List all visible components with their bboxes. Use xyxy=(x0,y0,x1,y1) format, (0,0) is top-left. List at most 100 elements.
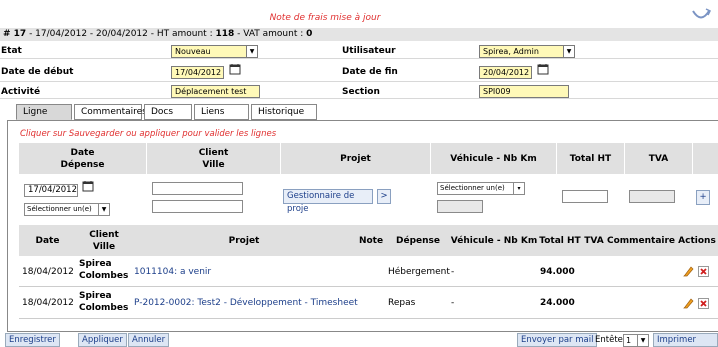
delete-icon[interactable] xyxy=(698,298,709,309)
row-client: Spirea Colombes xyxy=(79,258,128,282)
record-id: # 17 xyxy=(3,29,27,39)
entry-header-date-label: Date xyxy=(70,147,95,158)
save-button[interactable]: Enregistrer xyxy=(5,333,60,347)
user-label: Utilisateur xyxy=(342,46,396,56)
etat-value: Nouveau xyxy=(175,47,211,56)
row-client: Spirea Colombes xyxy=(79,290,128,314)
tab-liens[interactable]: Liens xyxy=(194,104,249,120)
header-value: 1 xyxy=(626,336,632,345)
entry-header-projet: Projet xyxy=(281,143,431,174)
add-line-button[interactable]: + xyxy=(696,190,710,205)
user-value: Spirea, Admin xyxy=(483,47,539,56)
end-date-input[interactable]: 20/04/2012 xyxy=(479,66,532,79)
activity-input[interactable]: Déplacement test xyxy=(171,85,260,98)
project-manager-button[interactable]: Gestionnaire de proje xyxy=(283,189,373,214)
calendar-icon[interactable] xyxy=(537,63,549,75)
entry-date-input[interactable]: 17/04/2012 xyxy=(24,184,78,197)
client-input[interactable] xyxy=(152,182,243,195)
table-header-tva: TVA xyxy=(582,225,606,256)
project-go-button[interactable]: > xyxy=(377,189,391,204)
activity-label: Activité xyxy=(1,87,41,97)
table-header-date: Date xyxy=(19,225,76,256)
calendar-icon[interactable] xyxy=(229,63,241,75)
row-client-name: Spirea xyxy=(79,259,112,269)
vehicle-select[interactable]: Sélectionner un(e) ▾ xyxy=(437,182,525,195)
entry-header-total: Total HT xyxy=(557,143,625,174)
apply-button[interactable]: Appliquer xyxy=(78,333,127,347)
cancel-button[interactable]: Annuler xyxy=(128,333,170,347)
chevron-down-icon: ▾ xyxy=(513,183,524,194)
header-select[interactable]: 1 ▼ xyxy=(623,334,649,347)
table-header-actions: Actions xyxy=(676,225,718,256)
row-ville: Colombes xyxy=(79,271,129,281)
ville-input[interactable] xyxy=(152,200,243,213)
row-depense: Repas xyxy=(388,298,416,308)
etat-select[interactable]: Nouveau ▼ xyxy=(171,45,258,58)
table-header-commentaire: Commentaire xyxy=(606,225,676,256)
record-period: - 17/04/2012 - 20/04/2012 - HT amount : xyxy=(26,29,216,39)
vat-label: - VAT amount : xyxy=(234,29,307,39)
chevron-down-icon: ▼ xyxy=(246,46,257,57)
expense-type-select[interactable]: Sélectionner un(e) ▼ xyxy=(24,203,110,216)
total-ht-input[interactable] xyxy=(562,190,608,203)
entry-header: Date Dépense Client Ville Projet Véhicule … xyxy=(19,143,718,174)
entry-header-client-label: Client xyxy=(198,147,229,158)
tab-historique[interactable]: Historique xyxy=(251,104,317,120)
row-projet-link[interactable]: 1011104: a venir xyxy=(134,256,211,287)
tab-docs[interactable]: Docs xyxy=(144,104,192,120)
start-date-label: Date de début xyxy=(1,67,74,77)
record-summary: # 17 - 17/04/2012 - 20/04/2012 - HT amou… xyxy=(0,28,718,41)
start-date-input[interactable]: 17/04/2012 xyxy=(171,66,224,79)
vat-amount: 0 xyxy=(306,29,313,39)
entry-header-tva: TVA xyxy=(625,143,693,174)
hint-text: Cliquer sur Sauvegarder ou appliquer pou… xyxy=(20,129,277,139)
edit-icon[interactable] xyxy=(683,297,694,309)
send-mail-button[interactable]: Envoyer par mail xyxy=(517,333,598,347)
section-input[interactable]: SPI009 xyxy=(479,85,569,98)
expense-type-value: Sélectionner un(e) xyxy=(27,205,92,213)
tab-bar: Ligne Commentaires Docs Liens Historique xyxy=(16,104,317,120)
row-date: 18/04/2012 xyxy=(22,298,74,308)
tab-ligne[interactable]: Ligne xyxy=(16,104,72,120)
row-total: 24.000 xyxy=(540,298,575,308)
table-header-projet: Projet xyxy=(132,225,356,256)
print-pdf-button[interactable]: Imprimer PDF xyxy=(653,333,718,347)
delete-icon[interactable] xyxy=(698,266,709,277)
tab-commentaires[interactable]: Commentaires xyxy=(74,104,147,120)
end-date-label: Date de fin xyxy=(342,67,398,77)
ht-amount: 118 xyxy=(215,29,235,39)
user-select[interactable]: Spirea, Admin ▼ xyxy=(479,45,575,58)
status-message: Note de frais mise à jour xyxy=(269,13,381,23)
table-header-vehicule: Véhicule - Nb Km xyxy=(450,225,538,256)
row-vehicule: - xyxy=(451,298,455,308)
row-vehicule: - xyxy=(451,266,455,277)
table-header-depense: Dépense xyxy=(386,225,450,256)
table-header-ville-label: Ville xyxy=(92,241,116,252)
row-total: 94.000 xyxy=(540,266,575,277)
row-client-name: Spirea xyxy=(79,291,112,301)
entry-header-vehicule: Véhicule - Nb Km xyxy=(431,143,557,174)
close-panel-icon[interactable] xyxy=(690,6,712,26)
row-depense: Hébergement xyxy=(388,266,450,277)
header-label: Entête xyxy=(595,335,623,345)
section-label: Section xyxy=(342,87,380,97)
entry-header-depense-label: Dépense xyxy=(60,159,105,170)
table-header-client: Client Ville xyxy=(76,225,132,256)
km-input[interactable] xyxy=(437,200,483,213)
calendar-icon[interactable] xyxy=(82,180,94,192)
etat-label: Etat xyxy=(1,46,22,56)
vehicle-value: Sélectionner un(e) xyxy=(440,184,505,192)
row-projet-link[interactable]: P-2012-0002: Test2 - Développement - Tim… xyxy=(134,287,358,319)
chevron-down-icon: ▼ xyxy=(563,46,574,57)
table-header-total: Total HT xyxy=(538,225,582,256)
chevron-down-icon: ▼ xyxy=(637,335,648,346)
entry-header-date: Date Dépense xyxy=(19,143,147,174)
chevron-down-icon: ▼ xyxy=(98,204,109,215)
table-header-client-label: Client xyxy=(89,229,119,240)
entry-header-ville-label: Ville xyxy=(202,159,225,170)
row-ville: Colombes xyxy=(79,303,129,313)
entry-header-client: Client Ville xyxy=(147,143,281,174)
table-header-note: Note xyxy=(356,225,386,256)
edit-icon[interactable] xyxy=(683,265,694,277)
tva-input[interactable] xyxy=(629,190,675,203)
